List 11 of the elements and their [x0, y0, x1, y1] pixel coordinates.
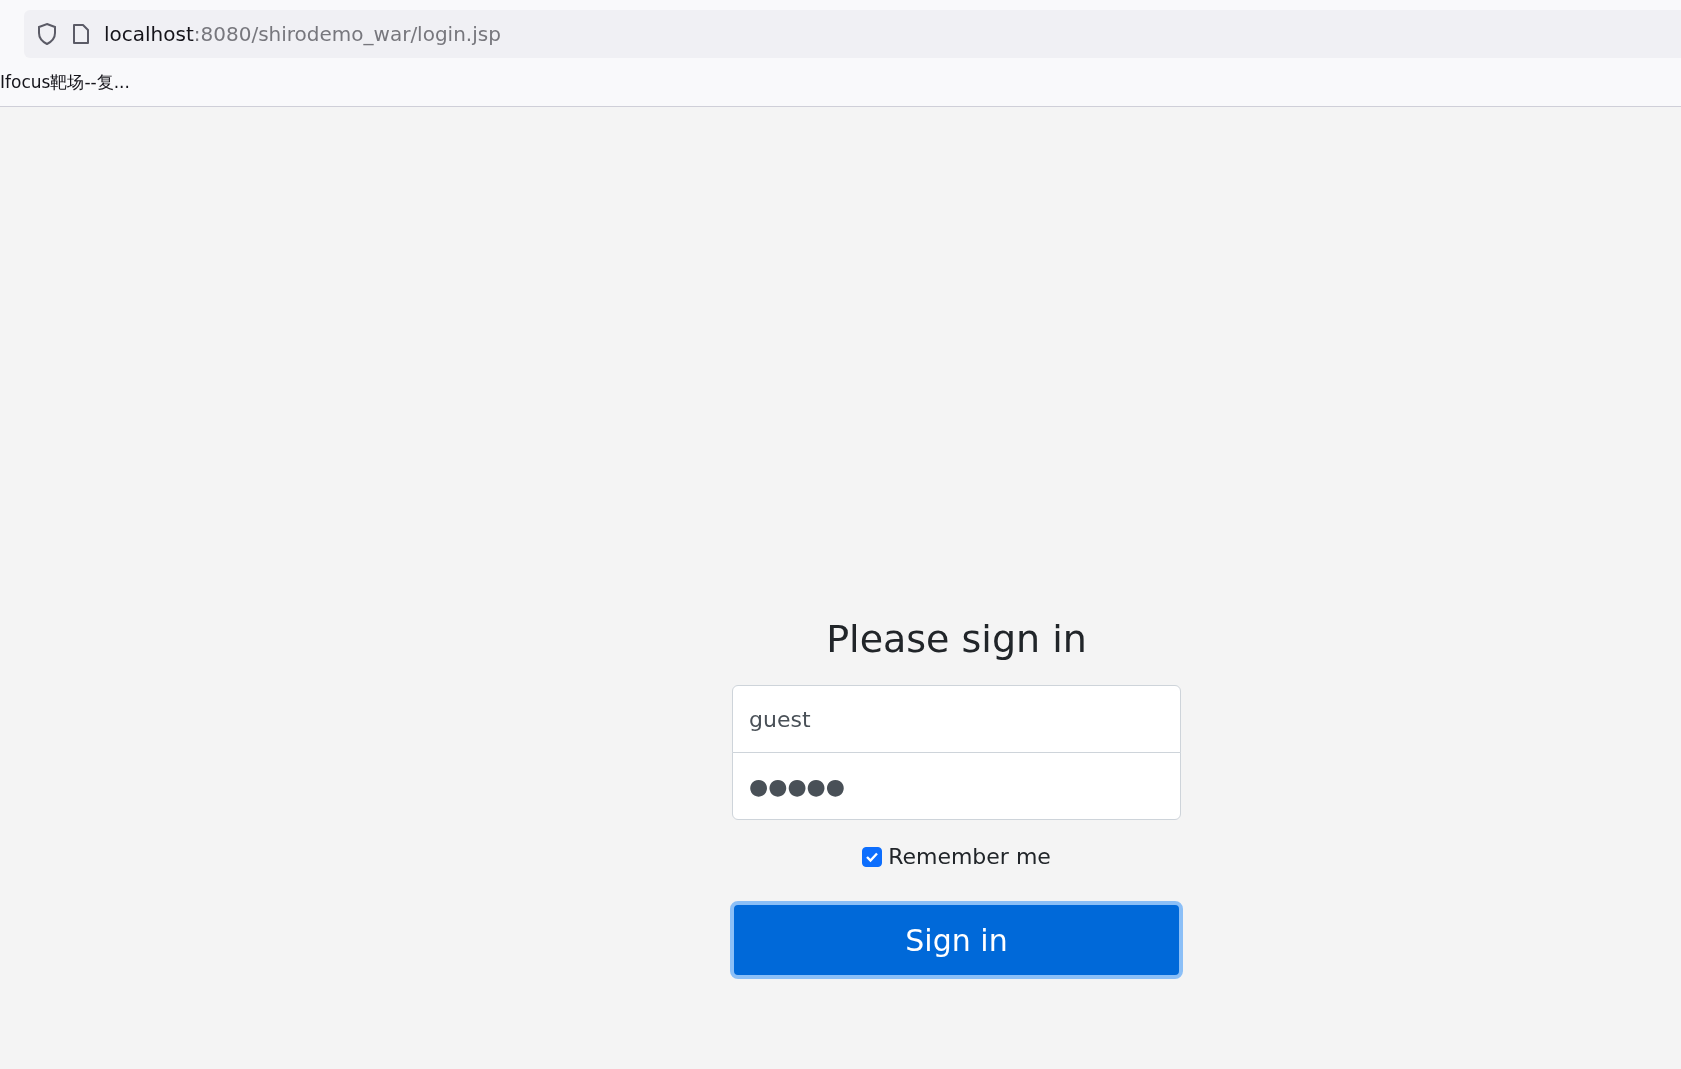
checkbox-label[interactable]: Remember me: [888, 844, 1051, 869]
password-field[interactable]: ●●●●●: [732, 752, 1181, 820]
address-bar[interactable]: localhost:8080/shirodemo_war/login.jsp: [24, 10, 1681, 58]
checkbox[interactable]: [862, 846, 883, 867]
page-icon[interactable]: [72, 23, 90, 45]
username-field[interactable]: guest: [732, 685, 1181, 753]
bookmark-item[interactable]: Ifocus靶场--复...: [0, 70, 130, 94]
shield-icon[interactable]: [36, 22, 58, 46]
form-title: Please sign in: [826, 617, 1087, 661]
url-text[interactable]: localhost:8080/shirodemo_war/login.jsp: [104, 22, 501, 46]
sign-in-button[interactable]: Sign in: [730, 901, 1183, 979]
